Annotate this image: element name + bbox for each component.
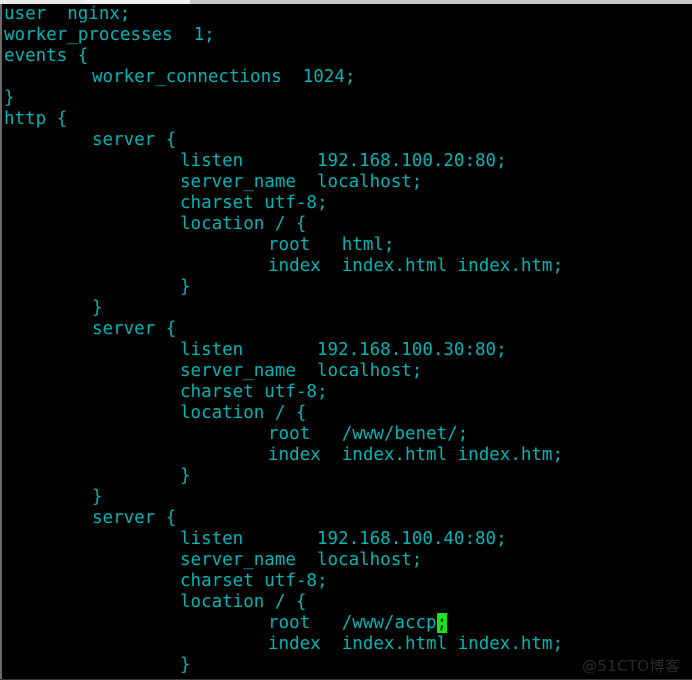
code-line: worker_connections 1024; (92, 67, 355, 88)
code-line: http { (4, 109, 67, 130)
code-line: index index.html index.htm; (268, 634, 563, 655)
code-line-text: server_name localhost; (180, 172, 423, 192)
code-line-text: server { (92, 130, 177, 150)
code-line-text: } (4, 88, 15, 108)
code-line-text: charset utf-8; (180, 571, 328, 591)
code-line-text: location / { (180, 403, 307, 423)
code-line-text: server_name localhost; (180, 361, 423, 381)
code-line-text: server { (92, 508, 177, 528)
code-line-text: server { (92, 319, 177, 339)
code-line-text: listen 192.168.100.20:80; (180, 151, 507, 171)
code-line-text: charset utf-8; (180, 382, 328, 402)
code-line: index index.html index.htm; (268, 445, 563, 466)
window-chrome-strip-mid (84, 0, 190, 4)
code-line: root html; (268, 235, 394, 256)
code-line: } (92, 298, 103, 319)
code-line-text: } (92, 487, 103, 507)
code-line-text: http { (4, 109, 68, 129)
window-chrome-strip-left (0, 0, 84, 4)
code-line-text: } (180, 655, 191, 675)
code-line: location / { (180, 592, 306, 613)
code-line: events { (4, 46, 88, 67)
code-line: server_name localhost; (180, 550, 422, 571)
code-line: charset utf-8; (180, 193, 328, 214)
code-line-text: root /www/benet/; (268, 424, 469, 444)
text-cursor: ; (436, 613, 448, 633)
code-line: user nginx; (4, 4, 130, 25)
code-line-text: worker_connections 1024; (92, 67, 356, 87)
code-line-text: events { (4, 46, 89, 66)
code-line-text: server_name localhost; (180, 550, 423, 570)
code-line: listen 192.168.100.30:80; (180, 340, 507, 361)
code-line-text: charset utf-8; (180, 193, 328, 213)
watermark: @51CTO博客 (582, 657, 680, 675)
code-line-text: listen 192.168.100.30:80; (180, 340, 507, 360)
code-line: server { (92, 130, 176, 151)
code-line-text: location / { (180, 214, 307, 234)
code-line: } (180, 655, 191, 676)
code-line: } (180, 277, 191, 298)
code-line: root /www/accp; (268, 613, 448, 634)
code-line: server { (92, 508, 176, 529)
code-line: } (92, 487, 103, 508)
code-line: } (180, 466, 191, 487)
code-line: charset utf-8; (180, 571, 328, 592)
terminal-window: user nginx; worker_processes 1; events {wo… (0, 0, 692, 680)
code-line: listen 192.168.100.40:80; (180, 529, 507, 550)
code-line-text: } (180, 466, 191, 486)
code-line-text: listen 192.168.100.40:80; (180, 529, 507, 549)
code-line-text: } (92, 298, 103, 318)
code-line-text: index index.html index.htm; (268, 445, 564, 465)
code-line: } (4, 88, 15, 109)
code-line: root /www/benet/; (268, 424, 468, 445)
code-line-text: user nginx; (4, 4, 131, 24)
window-left-border (0, 4, 2, 680)
code-line-text: root /www/accp (268, 613, 437, 633)
code-line-text: root html; (268, 235, 395, 255)
code-line: charset utf-8; (180, 382, 328, 403)
code-line: server_name localhost; (180, 361, 422, 382)
code-line: worker_processes 1; (4, 25, 215, 46)
code-line-text: index index.html index.htm; (268, 256, 564, 276)
code-line: server { (92, 319, 176, 340)
code-line: index index.html index.htm; (268, 256, 563, 277)
code-line: listen 192.168.100.20:80; (180, 151, 507, 172)
code-line: server_name localhost; (180, 172, 422, 193)
code-line-text: } (180, 277, 191, 297)
code-line-text: index index.html index.htm; (268, 634, 564, 654)
code-line-text: location / { (180, 592, 307, 612)
code-line-text: worker_processes 1; (4, 25, 215, 45)
code-line: location / { (180, 214, 306, 235)
code-line: location / { (180, 403, 306, 424)
terminal-text-area[interactable]: user nginx; worker_processes 1; events {wo… (2, 4, 692, 680)
